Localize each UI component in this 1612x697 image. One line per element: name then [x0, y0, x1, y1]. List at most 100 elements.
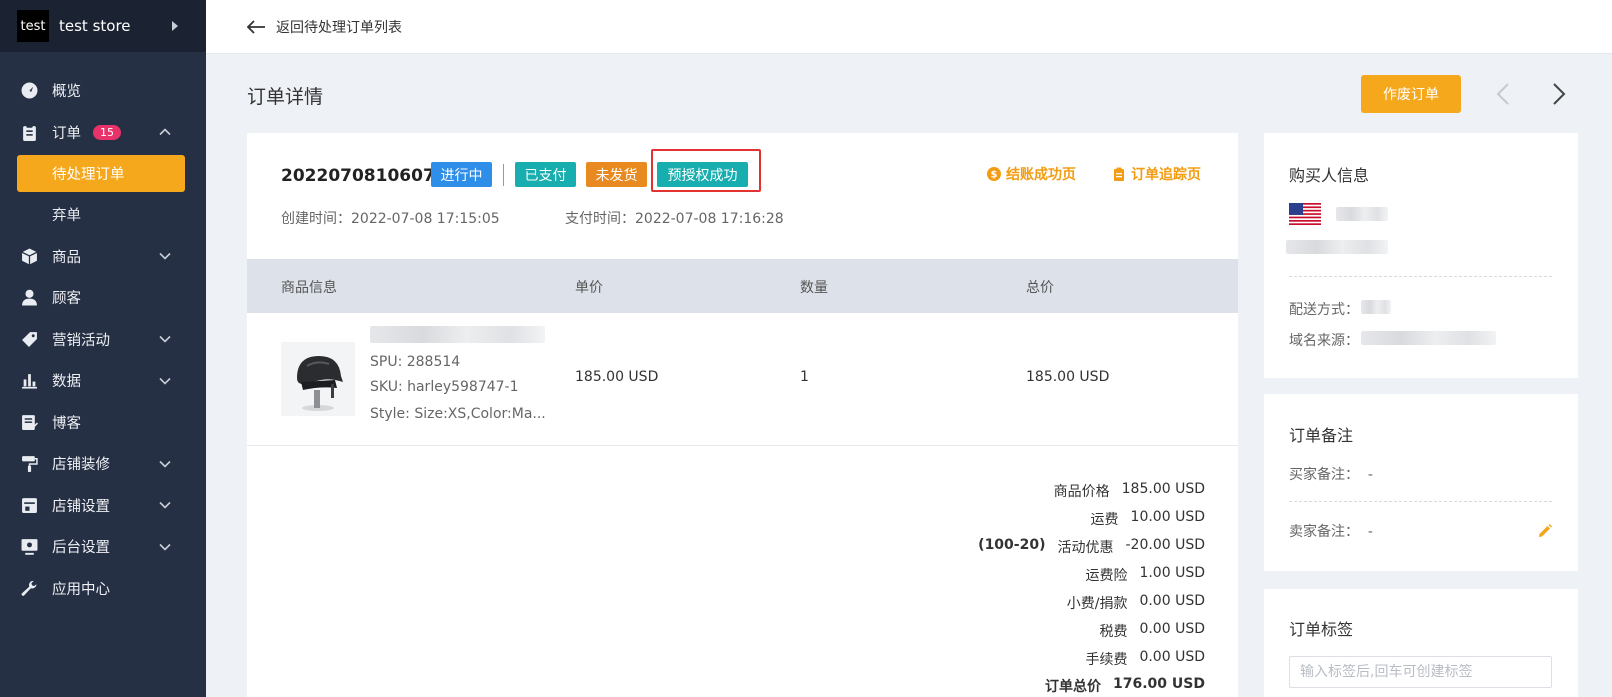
sidebar-item-data[interactable]: 数据 — [0, 360, 206, 402]
buyer-note-value: - — [1367, 467, 1373, 483]
table-header: 商品信息 单价 数量 总价 — [247, 259, 1238, 313]
order-tracking-link[interactable]: 订单追踪页 — [1112, 164, 1201, 184]
seller-note-label-text: 卖家备注： — [1289, 524, 1359, 540]
store-name: test store — [59, 17, 131, 35]
chevron-up-icon — [158, 125, 172, 139]
shipping-method-redacted — [1361, 300, 1391, 314]
summary-label: 商品价格 — [1053, 484, 1110, 500]
sidebar-item-label: 后台设置 — [52, 540, 110, 557]
sidebar-item-label: 订单 — [52, 125, 81, 142]
summary-value: 0.00 USD — [1139, 649, 1205, 665]
sidebar-item-label: 弃单 — [52, 208, 81, 225]
summary-row-tip: 小费/捐款 0.00 USD — [1067, 593, 1205, 613]
shipping-method-label: 配送方式： — [1289, 302, 1359, 318]
summary-value: -20.00 USD — [1125, 537, 1206, 553]
bar-chart-icon — [20, 372, 38, 390]
svg-text:$: $ — [991, 170, 998, 181]
buyer-name-redacted — [1336, 207, 1388, 221]
store-logo: test — [17, 10, 49, 42]
sidebar-item-products[interactable]: 商品 — [0, 236, 206, 278]
quantity-value: 1 — [800, 369, 809, 385]
sidebar-item-label: 概览 — [52, 84, 81, 101]
page-title: 订单详情 — [247, 86, 324, 108]
chevron-down-icon — [158, 540, 172, 554]
sidebar-item-theme[interactable]: 店铺装修 — [0, 443, 206, 485]
summary-value: 176.00 USD — [1113, 676, 1205, 692]
summary-value: 0.00 USD — [1139, 593, 1205, 609]
store-switcher[interactable]: test test store — [0, 0, 206, 52]
sidebar-item-abandoned[interactable]: 弃单 — [0, 194, 206, 236]
void-order-button[interactable]: 作废订单 — [1361, 75, 1461, 113]
summary-value: 1.00 USD — [1139, 565, 1205, 581]
arrow-left-icon[interactable] — [246, 19, 266, 35]
order-tracking-label: 订单追踪页 — [1131, 167, 1201, 183]
buyer-note-label: 买家备注： - — [1289, 464, 1373, 484]
sidebar-item-app-center[interactable]: 应用中心 — [0, 568, 206, 610]
sidebar-item-label: 营销活动 — [52, 332, 110, 349]
sidebar-item-blog[interactable]: 博客 — [0, 402, 206, 444]
sidebar-item-label: 博客 — [52, 415, 81, 432]
product-spu: SPU: 288514 — [370, 354, 461, 370]
sidebar-item-pending-orders[interactable]: 待处理订单 — [17, 155, 185, 192]
us-flag-icon — [1289, 203, 1321, 225]
wrench-icon — [20, 579, 38, 597]
tag-icon — [20, 330, 38, 348]
summary-label: 手续费 — [1085, 652, 1128, 668]
order-detail-card: 2022070810607 进行中 已支付 未发货 预授权成功 $ 结账成功页 … — [247, 133, 1238, 697]
domain-source-label: 域名来源： — [1289, 333, 1359, 349]
product-style: Style: Size:XS,Color:Ma... — [370, 406, 546, 422]
sidebar-item-label: 店铺设置 — [52, 498, 110, 515]
column-header-unit-price: 单价 — [575, 280, 603, 296]
sidebar-item-label: 店铺装修 — [52, 457, 110, 474]
product-sku: SKU: harley598747-1 — [370, 379, 519, 395]
summary-value: 185.00 USD — [1121, 481, 1205, 497]
total-price-value: 185.00 USD — [1026, 369, 1110, 385]
sidebar-item-store-settings[interactable]: 店铺设置 — [0, 485, 206, 527]
status-badge-paid: 已支付 — [515, 162, 576, 187]
sidebar-item-orders[interactable]: 订单 15 — [0, 112, 206, 154]
summary-row-tax: 税费 0.00 USD — [1099, 621, 1205, 641]
edit-doc-icon — [20, 413, 38, 431]
chevron-right-icon — [1553, 83, 1566, 105]
order-notes-title: 订单备注 — [1289, 426, 1354, 445]
seller-note-label: 卖家备注： - — [1289, 521, 1373, 541]
chevron-down-icon — [158, 332, 172, 346]
column-header-product: 商品信息 — [281, 280, 337, 296]
checkout-success-label: 结账成功页 — [1006, 167, 1076, 183]
sidebar-item-label: 应用中心 — [52, 581, 110, 598]
sidebar-item-customers[interactable]: 顾客 — [0, 277, 206, 319]
summary-row-product-price: 商品价格 185.00 USD — [1054, 481, 1205, 501]
prev-order-button[interactable] — [1490, 80, 1518, 108]
sidebar-item-marketing[interactable]: 营销活动 — [0, 319, 206, 361]
chevron-down-icon — [158, 249, 172, 263]
summary-row-discount: (100-20) 活动优惠 -20.00 USD — [978, 537, 1205, 557]
back-to-list-link[interactable]: 返回待处理订单列表 — [276, 17, 402, 37]
discount-rule: (100-20) — [978, 537, 1046, 553]
summary-label: 运费 — [1090, 512, 1119, 528]
tag-input[interactable] — [1289, 656, 1552, 688]
order-tags-title: 订单标签 — [1289, 620, 1354, 639]
product-thumbnail[interactable] — [281, 342, 355, 416]
top-bar: 返回待处理订单列表 — [206, 0, 1612, 54]
product-name-redacted — [370, 326, 545, 343]
helmet-image — [281, 342, 355, 416]
table-row: SPU: 288514 SKU: harley598747-1 Style: S… — [247, 313, 1238, 446]
caret-right-icon — [172, 21, 178, 31]
pencil-icon[interactable] — [1538, 524, 1552, 538]
next-order-button[interactable] — [1544, 80, 1572, 108]
buyer-info-title: 购买人信息 — [1289, 166, 1370, 185]
dollar-icon: $ — [987, 167, 1001, 181]
column-header-quantity: 数量 — [800, 280, 828, 296]
unit-price-value: 185.00 USD — [575, 369, 659, 385]
checkout-success-link[interactable]: $ 结账成功页 — [987, 164, 1076, 184]
domain-source-redacted — [1361, 331, 1496, 345]
order-number: 2022070810607 — [281, 166, 435, 186]
sidebar-item-admin-settings[interactable]: 后台设置 — [0, 526, 206, 568]
sidebar-item-overview[interactable]: 概览 — [0, 70, 206, 112]
summary-label: 税费 — [1099, 624, 1128, 640]
summary-row-shipping-insurance: 运费险 1.00 USD — [1085, 565, 1205, 585]
status-badge-unshipped: 未发货 — [586, 162, 647, 187]
divider — [503, 164, 504, 186]
status-badge-in-progress: 进行中 — [431, 162, 492, 187]
summary-label: 运费险 — [1085, 568, 1128, 584]
